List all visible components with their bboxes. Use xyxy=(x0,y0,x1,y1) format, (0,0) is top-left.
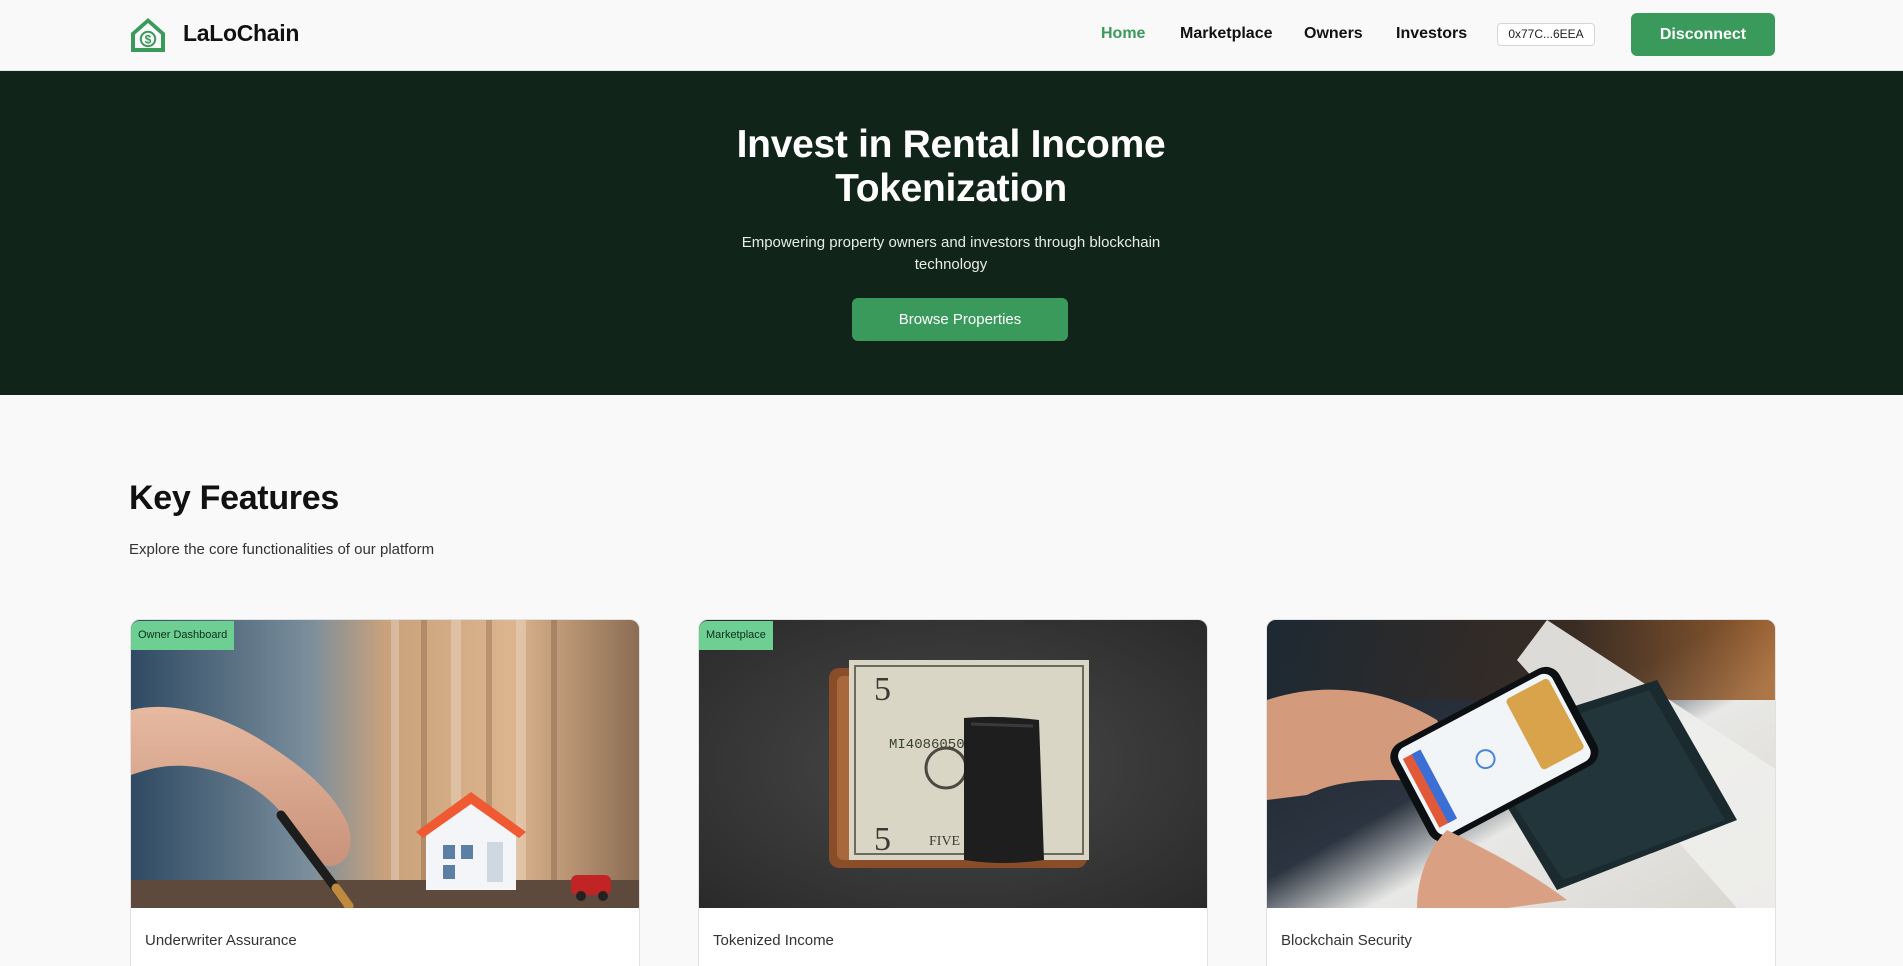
card-badge: Marketplace xyxy=(699,621,773,650)
browse-properties-button[interactable]: Browse Properties xyxy=(852,298,1068,341)
brand-name[interactable]: LaLoChain xyxy=(183,20,299,47)
card-title: Blockchain Security xyxy=(1281,932,1412,949)
model-house-image: Owner Dashboard xyxy=(131,620,639,908)
nav-link-owners[interactable]: Owners xyxy=(1304,25,1363,43)
feature-card-tokenized-income[interactable]: 5 MI40860501A 5 FIVE Marketplace Tokeniz… xyxy=(698,619,1208,966)
card-title: Underwriter Assurance xyxy=(145,932,297,949)
card-title: Tokenized Income xyxy=(713,932,834,949)
nav-link-marketplace[interactable]: Marketplace xyxy=(1180,25,1273,43)
top-navbar: $ LaLoChain Home Marketplace Owners Inve… xyxy=(0,0,1903,71)
money-clip-image: 5 MI40860501A 5 FIVE Marketplace xyxy=(699,620,1207,908)
phone-payment-image xyxy=(1267,620,1775,908)
svg-text:$: $ xyxy=(145,33,152,47)
disconnect-button[interactable]: Disconnect xyxy=(1631,13,1775,56)
hero-subtitle: Empowering property owners and investors… xyxy=(741,234,1161,273)
wallet-address-badge: 0x77C...6EEA xyxy=(1497,23,1595,46)
house-dollar-icon[interactable]: $ xyxy=(129,16,167,54)
nav-link-investors[interactable]: Investors xyxy=(1396,25,1467,43)
hero-title: Invest in Rental Income Tokenization xyxy=(736,123,1166,210)
nav-link-home[interactable]: Home xyxy=(1101,25,1145,43)
svg-text:5: 5 xyxy=(874,821,891,858)
card-badge: Owner Dashboard xyxy=(131,621,235,650)
svg-text:5: 5 xyxy=(874,671,891,708)
feature-card-underwriter[interactable]: Owner Dashboard Underwriter Assurance xyxy=(130,619,640,966)
svg-text:FIVE: FIVE xyxy=(929,834,960,849)
features-subtitle: Explore the core functionalities of our … xyxy=(129,541,435,558)
feature-card-blockchain-security[interactable]: Blockchain Security xyxy=(1266,619,1776,966)
features-title: Key Features xyxy=(129,479,339,517)
